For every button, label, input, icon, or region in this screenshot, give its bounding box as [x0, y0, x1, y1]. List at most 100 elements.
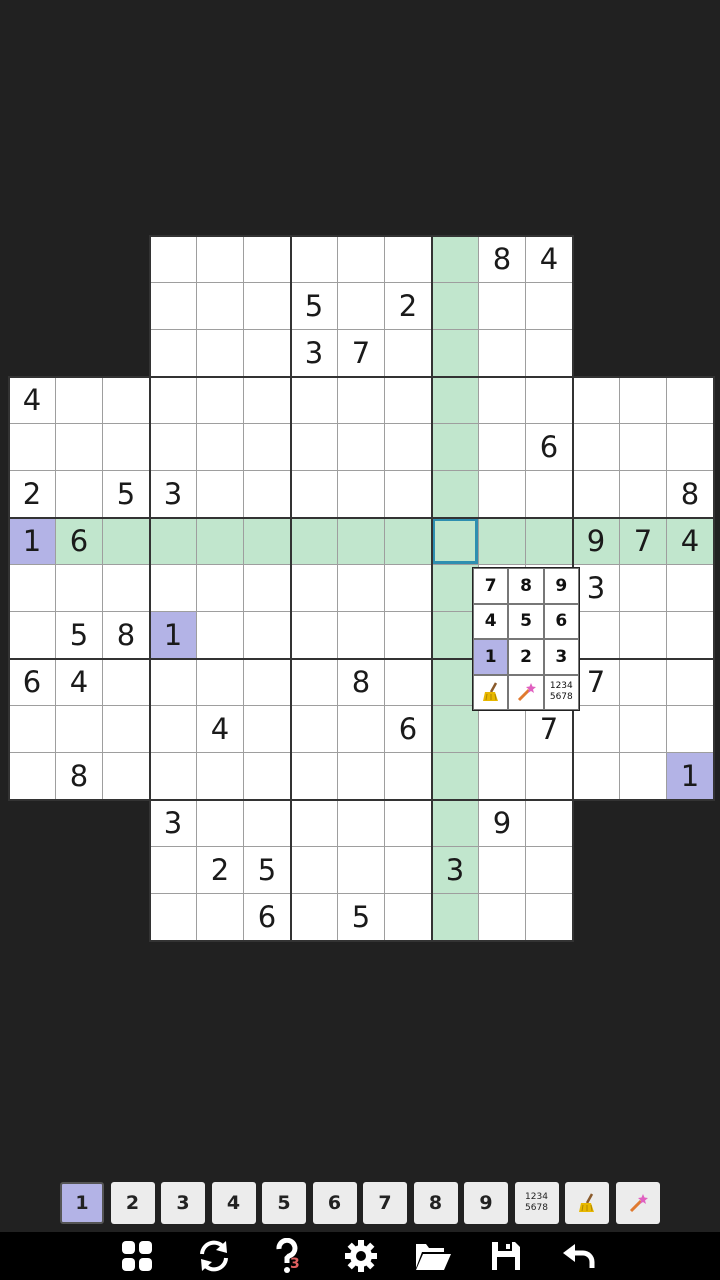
grid-cell-r12-c4[interactable]	[196, 799, 244, 847]
grid-cell-r13-c10[interactable]	[478, 846, 526, 894]
grid-cell-r4-c12[interactable]	[572, 423, 620, 471]
grid-cell-r12-c9[interactable]	[431, 799, 479, 847]
grid-cell-r4-c9[interactable]	[431, 423, 479, 471]
grid-cell-r5-c4[interactable]	[196, 470, 244, 518]
grid-cell-r6-c8[interactable]	[384, 517, 432, 565]
grid-cell-r10-c6[interactable]	[290, 705, 338, 753]
grid-cell-r6-c0[interactable]: 1	[8, 517, 56, 565]
help-icon[interactable]: 3	[267, 1238, 307, 1274]
grid-cell-r9-c0[interactable]: 6	[8, 658, 56, 706]
grid-cell-r5-c6[interactable]	[290, 470, 338, 518]
grid-cell-r7-c8[interactable]	[384, 564, 432, 612]
grid-cell-r6-c3[interactable]	[149, 517, 197, 565]
grid-cell-r10-c13[interactable]	[619, 705, 667, 753]
grid-cell-r12-c6[interactable]	[290, 799, 338, 847]
popup-broom-icon[interactable]	[473, 674, 509, 710]
grid-cell-r4-c7[interactable]	[337, 423, 385, 471]
grid-cell-r10-c8[interactable]: 6	[384, 705, 432, 753]
grid-cell-r6-c5[interactable]	[243, 517, 291, 565]
popup-digit-7[interactable]: 7	[473, 568, 509, 604]
grid-cell-r0-c6[interactable]	[290, 235, 338, 283]
grid-cell-r1-c10[interactable]	[478, 282, 526, 330]
grid-cell-r4-c13[interactable]	[619, 423, 667, 471]
grid-cell-r8-c13[interactable]	[619, 611, 667, 659]
grid-cell-r3-c7[interactable]	[337, 376, 385, 424]
grid-cell-r2-c10[interactable]	[478, 329, 526, 377]
grid-cell-r6-c13[interactable]: 7	[619, 517, 667, 565]
grid-cell-r1-c8[interactable]: 2	[384, 282, 432, 330]
grid-cell-r10-c1[interactable]	[55, 705, 103, 753]
grid-cell-r4-c8[interactable]	[384, 423, 432, 471]
grid-cell-r9-c6[interactable]	[290, 658, 338, 706]
grid-cell-r12-c10[interactable]: 9	[478, 799, 526, 847]
grid-cell-r4-c3[interactable]	[149, 423, 197, 471]
grid-cell-r7-c7[interactable]	[337, 564, 385, 612]
grid-cell-r8-c5[interactable]	[243, 611, 291, 659]
popup-digit-6[interactable]: 6	[543, 603, 579, 639]
grid-cell-r14-c9[interactable]	[431, 893, 479, 941]
grid-cell-r7-c6[interactable]	[290, 564, 338, 612]
grid-cell-r2-c4[interactable]	[196, 329, 244, 377]
grid-cell-r11-c14[interactable]: 1	[666, 752, 714, 800]
grid-cell-r5-c11[interactable]	[525, 470, 573, 518]
grid-cell-r14-c4[interactable]	[196, 893, 244, 941]
grid-cell-r7-c3[interactable]	[149, 564, 197, 612]
grid-cell-r5-c0[interactable]: 2	[8, 470, 56, 518]
grid-cell-r8-c2[interactable]: 8	[102, 611, 150, 659]
grid-cell-r5-c1[interactable]	[55, 470, 103, 518]
grid-cell-r10-c14[interactable]	[666, 705, 714, 753]
grid-cell-r0-c11[interactable]: 4	[525, 235, 573, 283]
grid-cell-r10-c3[interactable]	[149, 705, 197, 753]
grid-cell-r13-c11[interactable]	[525, 846, 573, 894]
grid-cell-r7-c13[interactable]	[619, 564, 667, 612]
grid-cell-r12-c8[interactable]	[384, 799, 432, 847]
grid-cell-r4-c0[interactable]	[8, 423, 56, 471]
save-icon[interactable]	[486, 1238, 526, 1274]
grid-cell-r14-c11[interactable]	[525, 893, 573, 941]
grid-cell-r4-c5[interactable]	[243, 423, 291, 471]
grid-cell-r1-c6[interactable]: 5	[290, 282, 338, 330]
grid-cell-r1-c4[interactable]	[196, 282, 244, 330]
grid-cell-r13-c8[interactable]	[384, 846, 432, 894]
grid-cell-r0-c8[interactable]	[384, 235, 432, 283]
grid-cell-r5-c3[interactable]: 3	[149, 470, 197, 518]
grid-cell-r14-c7[interactable]: 5	[337, 893, 385, 941]
grid-cell-r9-c5[interactable]	[243, 658, 291, 706]
grid-cell-r5-c13[interactable]	[619, 470, 667, 518]
grid-cell-r3-c5[interactable]	[243, 376, 291, 424]
grid-cell-r13-c3[interactable]	[149, 846, 197, 894]
grid-cell-r11-c9[interactable]	[431, 752, 479, 800]
grid-cell-r6-c4[interactable]	[196, 517, 244, 565]
grid-cell-r5-c8[interactable]	[384, 470, 432, 518]
grid-cell-r9-c3[interactable]	[149, 658, 197, 706]
grid-cell-r4-c1[interactable]	[55, 423, 103, 471]
grid-cell-r11-c1[interactable]: 8	[55, 752, 103, 800]
notes-button[interactable]: 1234 5678	[514, 1182, 559, 1224]
grid-cell-r11-c2[interactable]	[102, 752, 150, 800]
grid-cell-r3-c11[interactable]	[525, 376, 573, 424]
grid-cell-r2-c8[interactable]	[384, 329, 432, 377]
grid-cell-r8-c3[interactable]: 1	[149, 611, 197, 659]
popup-digit-2[interactable]: 2	[508, 639, 544, 675]
grid-cell-r0-c5[interactable]	[243, 235, 291, 283]
grid-cell-r3-c8[interactable]	[384, 376, 432, 424]
grid-cell-r8-c4[interactable]	[196, 611, 244, 659]
number-button-9[interactable]: 9	[464, 1182, 508, 1224]
grid-cell-r9-c13[interactable]	[619, 658, 667, 706]
grid-cell-r8-c8[interactable]	[384, 611, 432, 659]
number-button-8[interactable]: 8	[413, 1182, 458, 1224]
grid-cell-r10-c4[interactable]: 4	[196, 705, 244, 753]
grid-cell-r7-c4[interactable]	[196, 564, 244, 612]
grid-cell-r2-c3[interactable]	[149, 329, 197, 377]
grid-cell-r8-c0[interactable]	[8, 611, 56, 659]
grid-cell-r11-c10[interactable]	[478, 752, 526, 800]
number-button-5[interactable]: 5	[262, 1182, 306, 1224]
grid-cell-r6-c11[interactable]	[525, 517, 573, 565]
popup-digit-8[interactable]: 8	[508, 568, 544, 604]
grid-cell-r10-c2[interactable]	[102, 705, 150, 753]
grid-cell-r8-c6[interactable]	[290, 611, 338, 659]
grid-cell-r13-c4[interactable]: 2	[196, 846, 244, 894]
grid-cell-r3-c10[interactable]	[478, 376, 526, 424]
grid-cell-r2-c9[interactable]	[431, 329, 479, 377]
grid-cell-r4-c6[interactable]	[290, 423, 338, 471]
